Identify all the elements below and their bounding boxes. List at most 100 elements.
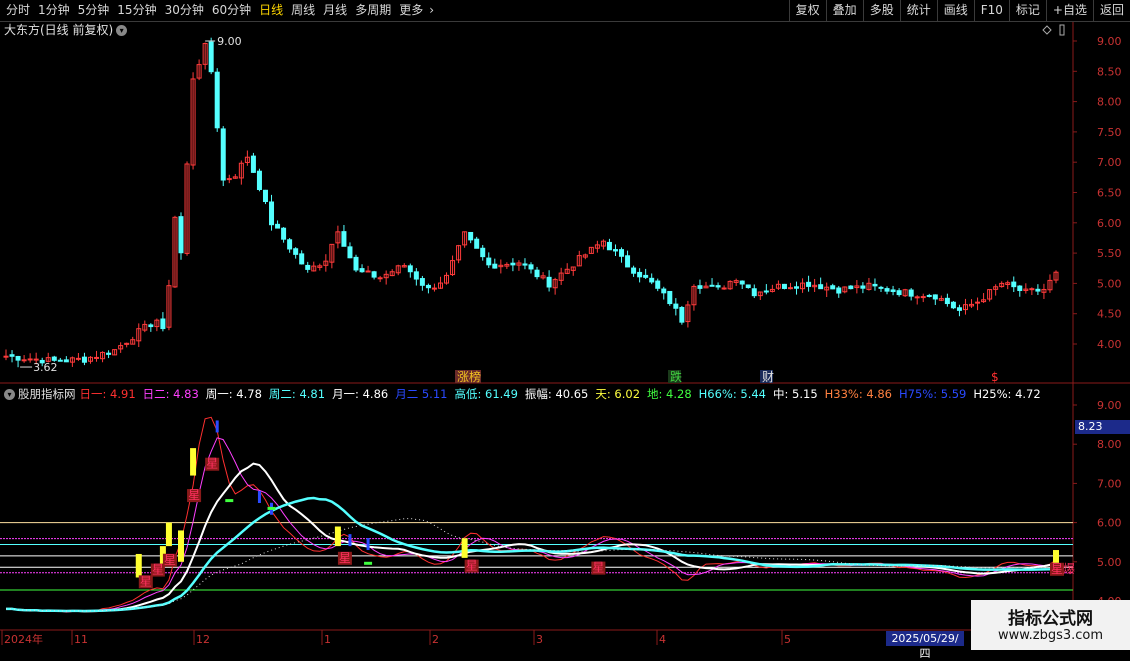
candle-body — [359, 268, 365, 273]
star-marker-label: 星 — [339, 551, 351, 565]
event-label: 涨榜 — [457, 369, 481, 384]
candle-body — [9, 354, 15, 357]
candle-body — [878, 286, 884, 289]
candle-body — [631, 267, 637, 274]
candle-body — [305, 264, 311, 270]
candle-body — [745, 284, 751, 289]
candle-body — [341, 231, 347, 247]
candle-body — [220, 128, 226, 181]
candle-body — [178, 216, 184, 254]
candle-body — [606, 241, 612, 251]
candle-body — [619, 249, 625, 257]
star-marker-label: 星 — [592, 561, 604, 575]
candle-body — [932, 294, 938, 300]
candle-body — [275, 223, 281, 229]
candle-body — [830, 285, 836, 290]
candle-body — [522, 263, 528, 266]
panel-icon — [1059, 24, 1065, 36]
x-tick-label: 11 — [74, 633, 88, 646]
candle-body — [781, 283, 787, 289]
star-marker-label: 星 — [152, 563, 164, 577]
candle-body — [51, 356, 57, 361]
x-tick-label: 4 — [659, 633, 666, 646]
event-label: $ — [991, 370, 999, 384]
candle-body — [836, 287, 842, 294]
candle-body — [371, 271, 377, 278]
candle-body — [94, 356, 100, 359]
signal-bar — [334, 526, 341, 547]
candle-body — [57, 359, 63, 362]
candle-body — [787, 287, 793, 290]
candle-body — [287, 239, 293, 250]
candle-body — [890, 289, 896, 292]
candle-body — [510, 262, 516, 266]
low-price-label: 3.62 — [33, 361, 58, 374]
candle-body — [860, 285, 866, 289]
candle-body — [872, 283, 878, 287]
candle-body — [528, 264, 534, 270]
blue-signal-tick — [257, 491, 261, 503]
candle-body — [256, 170, 262, 190]
candle-body — [673, 303, 679, 309]
candle-body — [975, 301, 981, 304]
star-marker-label: 星 — [188, 488, 200, 502]
star-marker-label: 星爆 — [1051, 562, 1075, 576]
candle-body — [1029, 288, 1035, 291]
star-marker-label: 星 — [140, 574, 152, 588]
candle-body — [407, 265, 413, 273]
current-price-tag: 8.23 — [1075, 420, 1130, 434]
main-y-tick-label: 5.00 — [1097, 277, 1122, 290]
x-tick-label: 3 — [536, 633, 543, 646]
candle-body — [806, 281, 812, 287]
ma-week1-line — [6, 462, 1057, 613]
blue-signal-tick — [366, 538, 370, 551]
candle-body — [250, 155, 256, 173]
candle-body — [908, 289, 914, 297]
green-signal-tick — [364, 561, 373, 565]
candle-body — [148, 324, 154, 328]
star-marker-label: 星 — [466, 559, 478, 573]
ma-day1-line — [6, 416, 1057, 613]
candle-body — [377, 277, 383, 280]
candle-body — [293, 248, 299, 255]
main-y-tick-label: 8.00 — [1097, 96, 1122, 109]
candle-body — [419, 278, 425, 286]
ind-y-tick-label: 5.00 — [1097, 556, 1122, 569]
diamond-icon — [1042, 25, 1052, 35]
candle-body — [546, 276, 552, 288]
candle-body — [431, 287, 437, 290]
candle-body — [534, 269, 540, 278]
candle-body — [763, 290, 769, 293]
ind-y-tick-label: 9.00 — [1097, 399, 1122, 412]
x-tick-label: 12 — [196, 633, 210, 646]
candle-body — [299, 253, 305, 265]
candle-body — [1011, 281, 1017, 288]
x-tick-label: 5 — [784, 633, 791, 646]
candle-body — [75, 357, 81, 360]
candle-body — [667, 290, 673, 305]
candle-body — [353, 256, 359, 271]
candle-body — [751, 288, 757, 297]
candle-body — [480, 247, 486, 258]
candle-body — [794, 286, 800, 289]
x-tick-label: 2024年 — [4, 632, 43, 646]
event-label: 跌 — [670, 369, 682, 384]
candle-body — [884, 288, 890, 292]
candle-body — [944, 297, 950, 305]
candle-body — [33, 358, 39, 361]
candle-body — [649, 277, 655, 283]
candle-body — [262, 189, 268, 203]
ind-y-tick-label: 6.00 — [1097, 517, 1122, 530]
main-y-tick-label: 4.50 — [1097, 308, 1122, 321]
signal-bar — [461, 538, 468, 558]
candle-body — [920, 296, 926, 299]
star-marker-label: 星 — [164, 553, 176, 567]
candle-body — [1035, 288, 1041, 292]
candle-body — [709, 284, 715, 287]
blue-signal-tick — [348, 534, 352, 547]
candle-body — [679, 306, 685, 323]
watermark-url: www.zbgs3.com — [997, 628, 1104, 643]
candle-body — [27, 358, 33, 361]
cursor-date-tag: 2025/05/29/四 — [886, 631, 964, 660]
candle-body — [715, 285, 721, 288]
